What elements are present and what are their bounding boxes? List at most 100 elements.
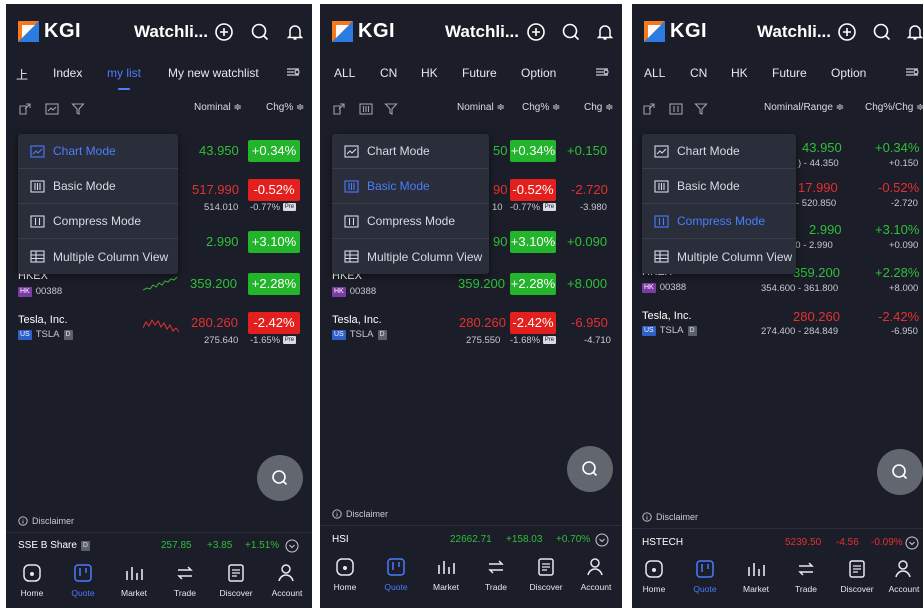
bottom-nav: Home Quote Market Trade Discover Account <box>6 560 312 608</box>
menu-item-chart-mode[interactable]: Chart Mode <box>642 134 796 169</box>
tab-cn[interactable]: CN <box>380 66 397 80</box>
kgi-logo-icon <box>644 21 665 42</box>
column-header-chg[interactable]: Chg ≑ <box>584 102 614 113</box>
floating-search-button[interactable] <box>257 455 303 501</box>
menu-item-basic-mode[interactable]: Basic Mode <box>332 169 489 204</box>
nav-discover[interactable]: Discover <box>521 556 571 592</box>
nav-market[interactable]: Market <box>731 558 781 594</box>
filter-icon[interactable] <box>71 102 85 116</box>
page-title[interactable]: Watchli... <box>134 22 208 42</box>
column-header-chg-pct[interactable]: Chg% ≑ <box>522 102 560 113</box>
search-icon[interactable] <box>561 22 581 42</box>
nav-quote[interactable]: Quote <box>58 562 108 598</box>
tab-partial[interactable]: 上 <box>16 66 28 83</box>
compress-mode-icon[interactable] <box>669 102 683 116</box>
tab-all[interactable]: ALL <box>644 66 665 80</box>
search-icon[interactable] <box>872 22 892 42</box>
column-header-nominal[interactable]: Nominal ≑ <box>194 102 242 113</box>
menu-item-compress-mode[interactable]: Compress Mode <box>18 204 178 239</box>
add-circle-icon[interactable] <box>837 22 857 42</box>
chevron-down-icon[interactable] <box>595 533 609 547</box>
tab-settings-icon[interactable] <box>594 64 610 80</box>
add-circle-icon[interactable] <box>526 22 546 42</box>
nav-discover[interactable]: Discover <box>832 558 882 594</box>
nav-account[interactable]: Account <box>879 558 923 594</box>
nav-home[interactable]: Home <box>7 562 57 598</box>
nav-label: Discover <box>840 584 874 594</box>
nav-quote[interactable]: Quote <box>371 556 421 592</box>
nav-trade[interactable]: Trade <box>781 558 831 594</box>
add-circle-icon[interactable] <box>214 22 234 42</box>
floating-search-button[interactable] <box>877 449 923 495</box>
disclaimer-link[interactable]: Disclaimer <box>332 509 388 519</box>
nav-home[interactable]: Home <box>320 556 370 592</box>
quote-icon <box>696 560 714 578</box>
tab-my-new-watchlist[interactable]: My new watchlist <box>168 66 259 80</box>
basic-mode-icon[interactable] <box>359 102 373 116</box>
nav-discover[interactable]: Discover <box>211 562 261 598</box>
filter-icon[interactable] <box>694 102 708 116</box>
menu-item-basic-mode[interactable]: Basic Mode <box>18 169 178 204</box>
export-icon[interactable] <box>642 102 656 116</box>
search-icon[interactable] <box>250 22 270 42</box>
table-row[interactable]: Tesla, Inc. US TSLA D 280.260 -2.42% 275.6… <box>6 308 312 346</box>
menu-item-basic-mode[interactable]: Basic Mode <box>642 169 796 204</box>
nav-account[interactable]: Account <box>262 562 312 598</box>
tab-future[interactable]: Future <box>462 66 497 80</box>
bell-icon[interactable] <box>595 22 615 42</box>
column-header-chg-pct-chg[interactable]: Chg%/Chg ≑ <box>865 102 923 113</box>
ticker-name: HSTECH <box>642 537 684 548</box>
tab-option[interactable]: Option <box>831 66 866 80</box>
table-row[interactable]: Tesla, Inc. US TSLA D 280.260 -2.42% -6.95… <box>320 308 622 346</box>
bell-icon[interactable] <box>285 22 305 42</box>
nav-quote[interactable]: Quote <box>680 558 730 594</box>
tab-settings-icon[interactable] <box>285 64 301 80</box>
nav-home[interactable]: Home <box>632 558 679 594</box>
nav-trade[interactable]: Trade <box>471 556 521 592</box>
floating-search-button[interactable] <box>567 446 613 492</box>
nav-account[interactable]: Account <box>571 556 621 592</box>
menu-item-chart-mode[interactable]: Chart Mode <box>18 134 178 169</box>
menu-item-multiple-column-view[interactable]: Multiple Column View <box>642 239 796 274</box>
filter-icon[interactable] <box>384 102 398 116</box>
disclaimer-link[interactable]: Disclaimer <box>642 512 698 522</box>
index-ticker[interactable]: HSI 22662.71 +158.03 +0.70% <box>320 531 622 551</box>
page-title[interactable]: Watchli... <box>757 22 831 42</box>
change-value: -2.720 <box>891 198 918 209</box>
tab-settings-icon[interactable] <box>904 64 920 80</box>
column-header-nominal-range[interactable]: Nominal/Range ≑ <box>764 102 844 113</box>
menu-item-compress-mode[interactable]: Compress Mode <box>332 204 489 239</box>
bottom-nav: Home Quote Market Trade Discover Account <box>632 556 923 604</box>
export-icon[interactable] <box>332 102 346 116</box>
tab-cn[interactable]: CN <box>690 66 707 80</box>
tab-future[interactable]: Future <box>772 66 807 80</box>
tab-my-list[interactable]: my list <box>107 66 141 90</box>
tab-option[interactable]: Option <box>521 66 556 80</box>
table-row[interactable]: Tesla, Inc. US TSLA D 280.260 274.400 - 28… <box>632 304 923 338</box>
menu-item-chart-mode[interactable]: Chart Mode <box>332 134 489 169</box>
menu-item-multiple-column-view[interactable]: Multiple Column View <box>18 239 178 274</box>
disclaimer-link[interactable]: Disclaimer <box>18 516 74 526</box>
page-title[interactable]: Watchli... <box>445 22 519 42</box>
index-ticker[interactable]: SSE B Share D 257.85 +3.85 +1.51% <box>6 537 312 557</box>
export-icon[interactable] <box>18 102 32 116</box>
column-header-chg-pct[interactable]: Chg% ≑ <box>266 102 304 113</box>
menu-item-multiple-column-view[interactable]: Multiple Column View <box>332 239 489 274</box>
column-header-nominal[interactable]: Nominal ≑ <box>457 102 505 113</box>
menu-item-compress-mode[interactable]: Compress Mode <box>642 204 796 239</box>
chevron-down-icon[interactable] <box>905 536 919 550</box>
tab-hk[interactable]: HK <box>731 66 748 80</box>
nav-market[interactable]: Market <box>109 562 159 598</box>
chevron-down-icon[interactable] <box>285 539 299 553</box>
nav-trade[interactable]: Trade <box>160 562 210 598</box>
pre-market-change: -1.68% Pre <box>510 335 557 346</box>
chart-mode-icon[interactable] <box>45 102 59 116</box>
bell-icon[interactable] <box>905 22 923 42</box>
nav-market[interactable]: Market <box>421 556 471 592</box>
basic-mode-icon <box>654 179 669 193</box>
tab-all[interactable]: ALL <box>334 66 355 80</box>
tab-index[interactable]: Index <box>53 66 82 80</box>
tab-hk[interactable]: HK <box>421 66 438 80</box>
stock-code-value: 00388 <box>349 286 377 297</box>
index-ticker[interactable]: HSTECH 5239.50 -4.56 -0.09% <box>632 534 923 554</box>
